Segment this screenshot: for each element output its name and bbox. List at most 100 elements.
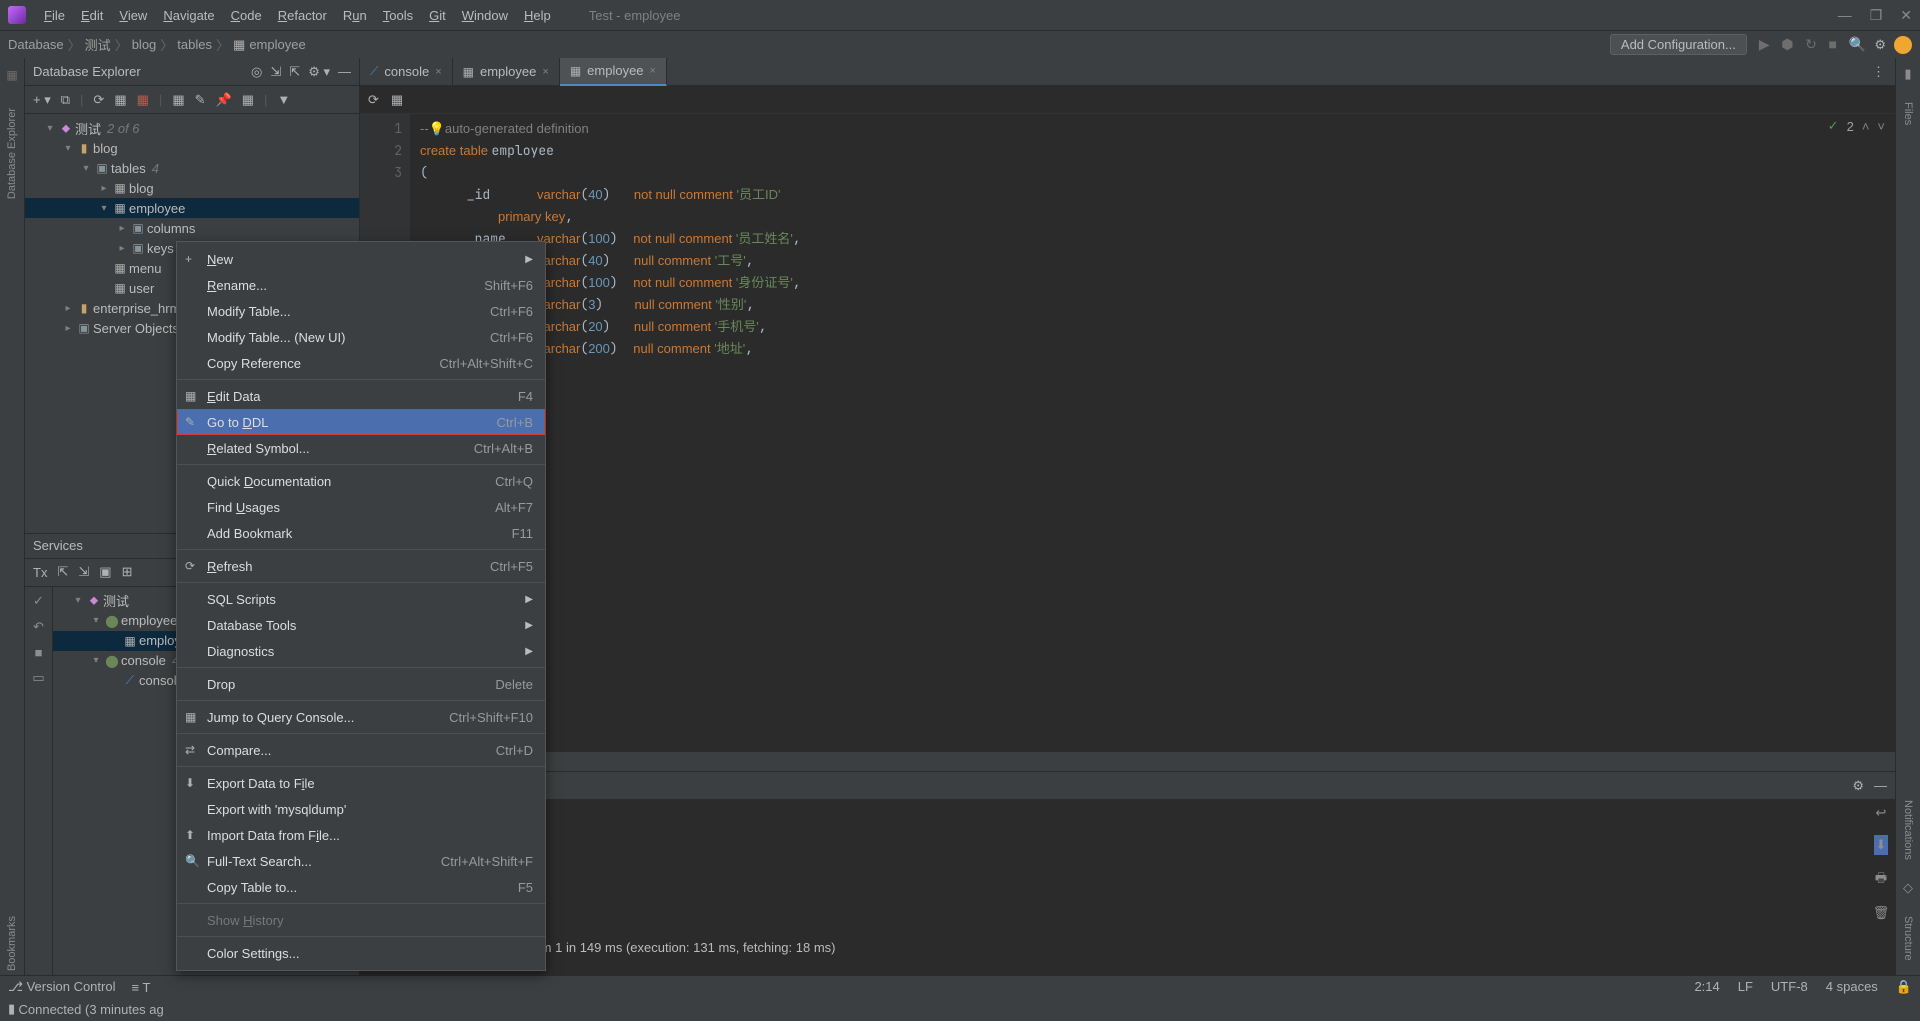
tabs-menu-icon[interactable]: ⋮ [1862,64,1895,80]
maximize-icon[interactable]: ❐ [1870,7,1883,24]
table-icon[interactable]: ▦ [172,92,184,108]
context-menu-item[interactable]: SQL Scripts▶ [177,586,545,612]
pin-icon[interactable]: 📌 [216,92,232,108]
refresh-icon[interactable]: ⟳ [93,92,104,108]
tabs-icon[interactable]: ▭ [32,670,44,686]
collapse-icon[interactable]: ⇱ [289,64,300,80]
lock-icon[interactable]: 🔒 [1896,979,1912,995]
stop2-icon[interactable]: ■ [35,645,43,660]
context-menu-item[interactable]: Copy ReferenceCtrl+Alt+Shift+C [177,350,545,376]
context-menu-item[interactable]: ▦Edit DataF4 [177,383,545,409]
up-icon[interactable]: ˄ [1862,119,1870,134]
close-icon[interactable]: × [542,66,548,78]
menu-git[interactable]: Git [421,8,454,23]
context-menu-item[interactable]: ✎Go to DDLCtrl+B [177,409,545,435]
code-content[interactable]: --💡auto-generated definition create tabl… [410,114,1895,752]
debug-icon[interactable]: ⬢ [1777,36,1797,52]
menu-help[interactable]: Help [516,8,559,23]
add-icon[interactable]: + ▾ [33,92,51,108]
crumb[interactable]: Database [8,37,64,52]
down-icon[interactable]: ˅ [1877,119,1885,134]
right-tool-notifications[interactable]: Notifications [1902,800,1914,860]
hide-icon[interactable]: — [338,64,351,80]
context-menu-item[interactable]: Export with 'mysqldump' [177,796,545,822]
right-tool-structure[interactable]: Structure [1902,916,1914,961]
indent[interactable]: 4 spaces [1826,979,1878,995]
editor-body[interactable]: 123 --💡auto-generated definition create … [360,114,1895,752]
check-icon[interactable]: ✓ [1828,118,1839,134]
filter-icon[interactable]: ▼ [277,92,290,107]
stop-icon[interactable]: ■ [1824,36,1840,52]
tool-icon[interactable]: ▮ [8,1001,15,1017]
context-menu-item[interactable]: Color Settings... [177,940,545,966]
edit-icon[interactable]: ✎ [195,92,206,108]
tree-datasource[interactable]: ▾⬥测试2 of 6 [25,118,359,138]
layout-icon[interactable]: ▣ [99,564,111,580]
context-menu-item[interactable]: ⇄Compare...Ctrl+D [177,737,545,763]
avatar[interactable] [1894,36,1912,54]
settings-icon[interactable]: ⚙ ▾ [308,64,330,80]
close-icon[interactable]: × [435,66,441,78]
context-menu-item[interactable]: ⟳RefreshCtrl+F5 [177,553,545,579]
menu-file[interactable]: File [36,8,73,23]
drop-icon[interactable]: ▦ [137,92,149,108]
menu-code[interactable]: Code [223,8,270,23]
tool-bookmarks[interactable]: Bookmarks [6,916,18,971]
menu-window[interactable]: Window [454,8,516,23]
context-menu-item[interactable]: Rename...Shift+F6 [177,272,545,298]
crumb[interactable]: employee [249,37,305,52]
target-icon[interactable]: ◎ [251,64,262,80]
db-tool-icon[interactable]: ▦ [6,68,17,82]
menu-view[interactable]: View [111,8,155,23]
scroll-icon[interactable]: ⬇ [1874,835,1889,855]
gear-icon[interactable]: ⚙ [1852,778,1864,794]
right-tool-files[interactable]: Files [1902,102,1914,125]
collapse-icon[interactable]: ⇱ [57,564,68,580]
context-menu-item[interactable]: Modify Table...Ctrl+F6 [177,298,545,324]
context-menu-item[interactable]: +New▶ [177,246,545,272]
crumb[interactable]: tables [177,37,212,52]
close-icon[interactable]: ✕ [1900,7,1912,24]
stop-icon[interactable]: ▦ [114,92,126,108]
context-menu-item[interactable]: Add BookmarkF11 [177,520,545,546]
crumb[interactable]: blog [132,37,157,52]
context-menu-item[interactable]: ⬇Export Data to File [177,770,545,796]
tab-employee-2[interactable]: ▦employee× [560,58,667,86]
check-icon[interactable]: ✓ [33,593,44,609]
bell-icon[interactable]: ◇ [1903,880,1913,896]
tool-database-explorer[interactable]: Database Explorer [6,108,18,199]
context-menu-item[interactable]: ⬆Import Data from File... [177,822,545,848]
tree-schema-blog[interactable]: ▾▮blog [25,138,359,158]
expand-icon[interactable]: ⇲ [78,564,89,580]
tx-icon[interactable]: Tx [33,565,47,580]
tab-employee-1[interactable]: ▦employee× [453,58,560,86]
cursor-pos[interactable]: 2:14 [1694,979,1719,995]
expand-icon[interactable]: ⇲ [270,64,281,80]
refresh-icon[interactable]: ⟳ [368,92,379,108]
todo-button[interactable]: ≡ T [131,980,150,995]
version-control-button[interactable]: ⎇ Version Control [8,979,115,995]
undo-icon[interactable]: ↶ [33,619,44,635]
menu-navigate[interactable]: Navigate [155,8,222,23]
wrap-icon[interactable]: ↩ [1876,805,1887,821]
tree-table-employee[interactable]: ▾▦employee [25,198,359,218]
run-icon[interactable]: ▶ [1755,36,1774,52]
menu-refactor[interactable]: Refactor [270,8,335,23]
update-icon[interactable]: ↻ [1801,36,1821,52]
context-menu-item[interactable]: DropDelete [177,671,545,697]
context-menu-item[interactable]: ▦Jump to Query Console...Ctrl+Shift+F10 [177,704,545,730]
search-icon[interactable]: 🔍 [1849,36,1866,53]
context-menu-item[interactable]: Find UsagesAlt+F7 [177,494,545,520]
tab-console[interactable]: ⟋console× [360,58,453,86]
context-menu-item[interactable]: Database Tools▶ [177,612,545,638]
tree-folder-tables[interactable]: ▾▣tables4 [25,158,359,178]
table-icon[interactable]: ▦ [391,92,403,108]
menu-run[interactable]: Run [335,8,375,23]
settings-icon[interactable]: ⚙ [1874,37,1886,53]
tree-table-blog[interactable]: ▸▦blog [25,178,359,198]
context-menu-item[interactable]: 🔍Full-Text Search...Ctrl+Alt+Shift+F [177,848,545,874]
crumb[interactable]: 测试 [85,35,111,54]
tree-columns[interactable]: ▸▣columns [25,218,359,238]
context-menu-item[interactable]: Quick DocumentationCtrl+Q [177,468,545,494]
context-menu-item[interactable]: Modify Table... (New UI)Ctrl+F6 [177,324,545,350]
